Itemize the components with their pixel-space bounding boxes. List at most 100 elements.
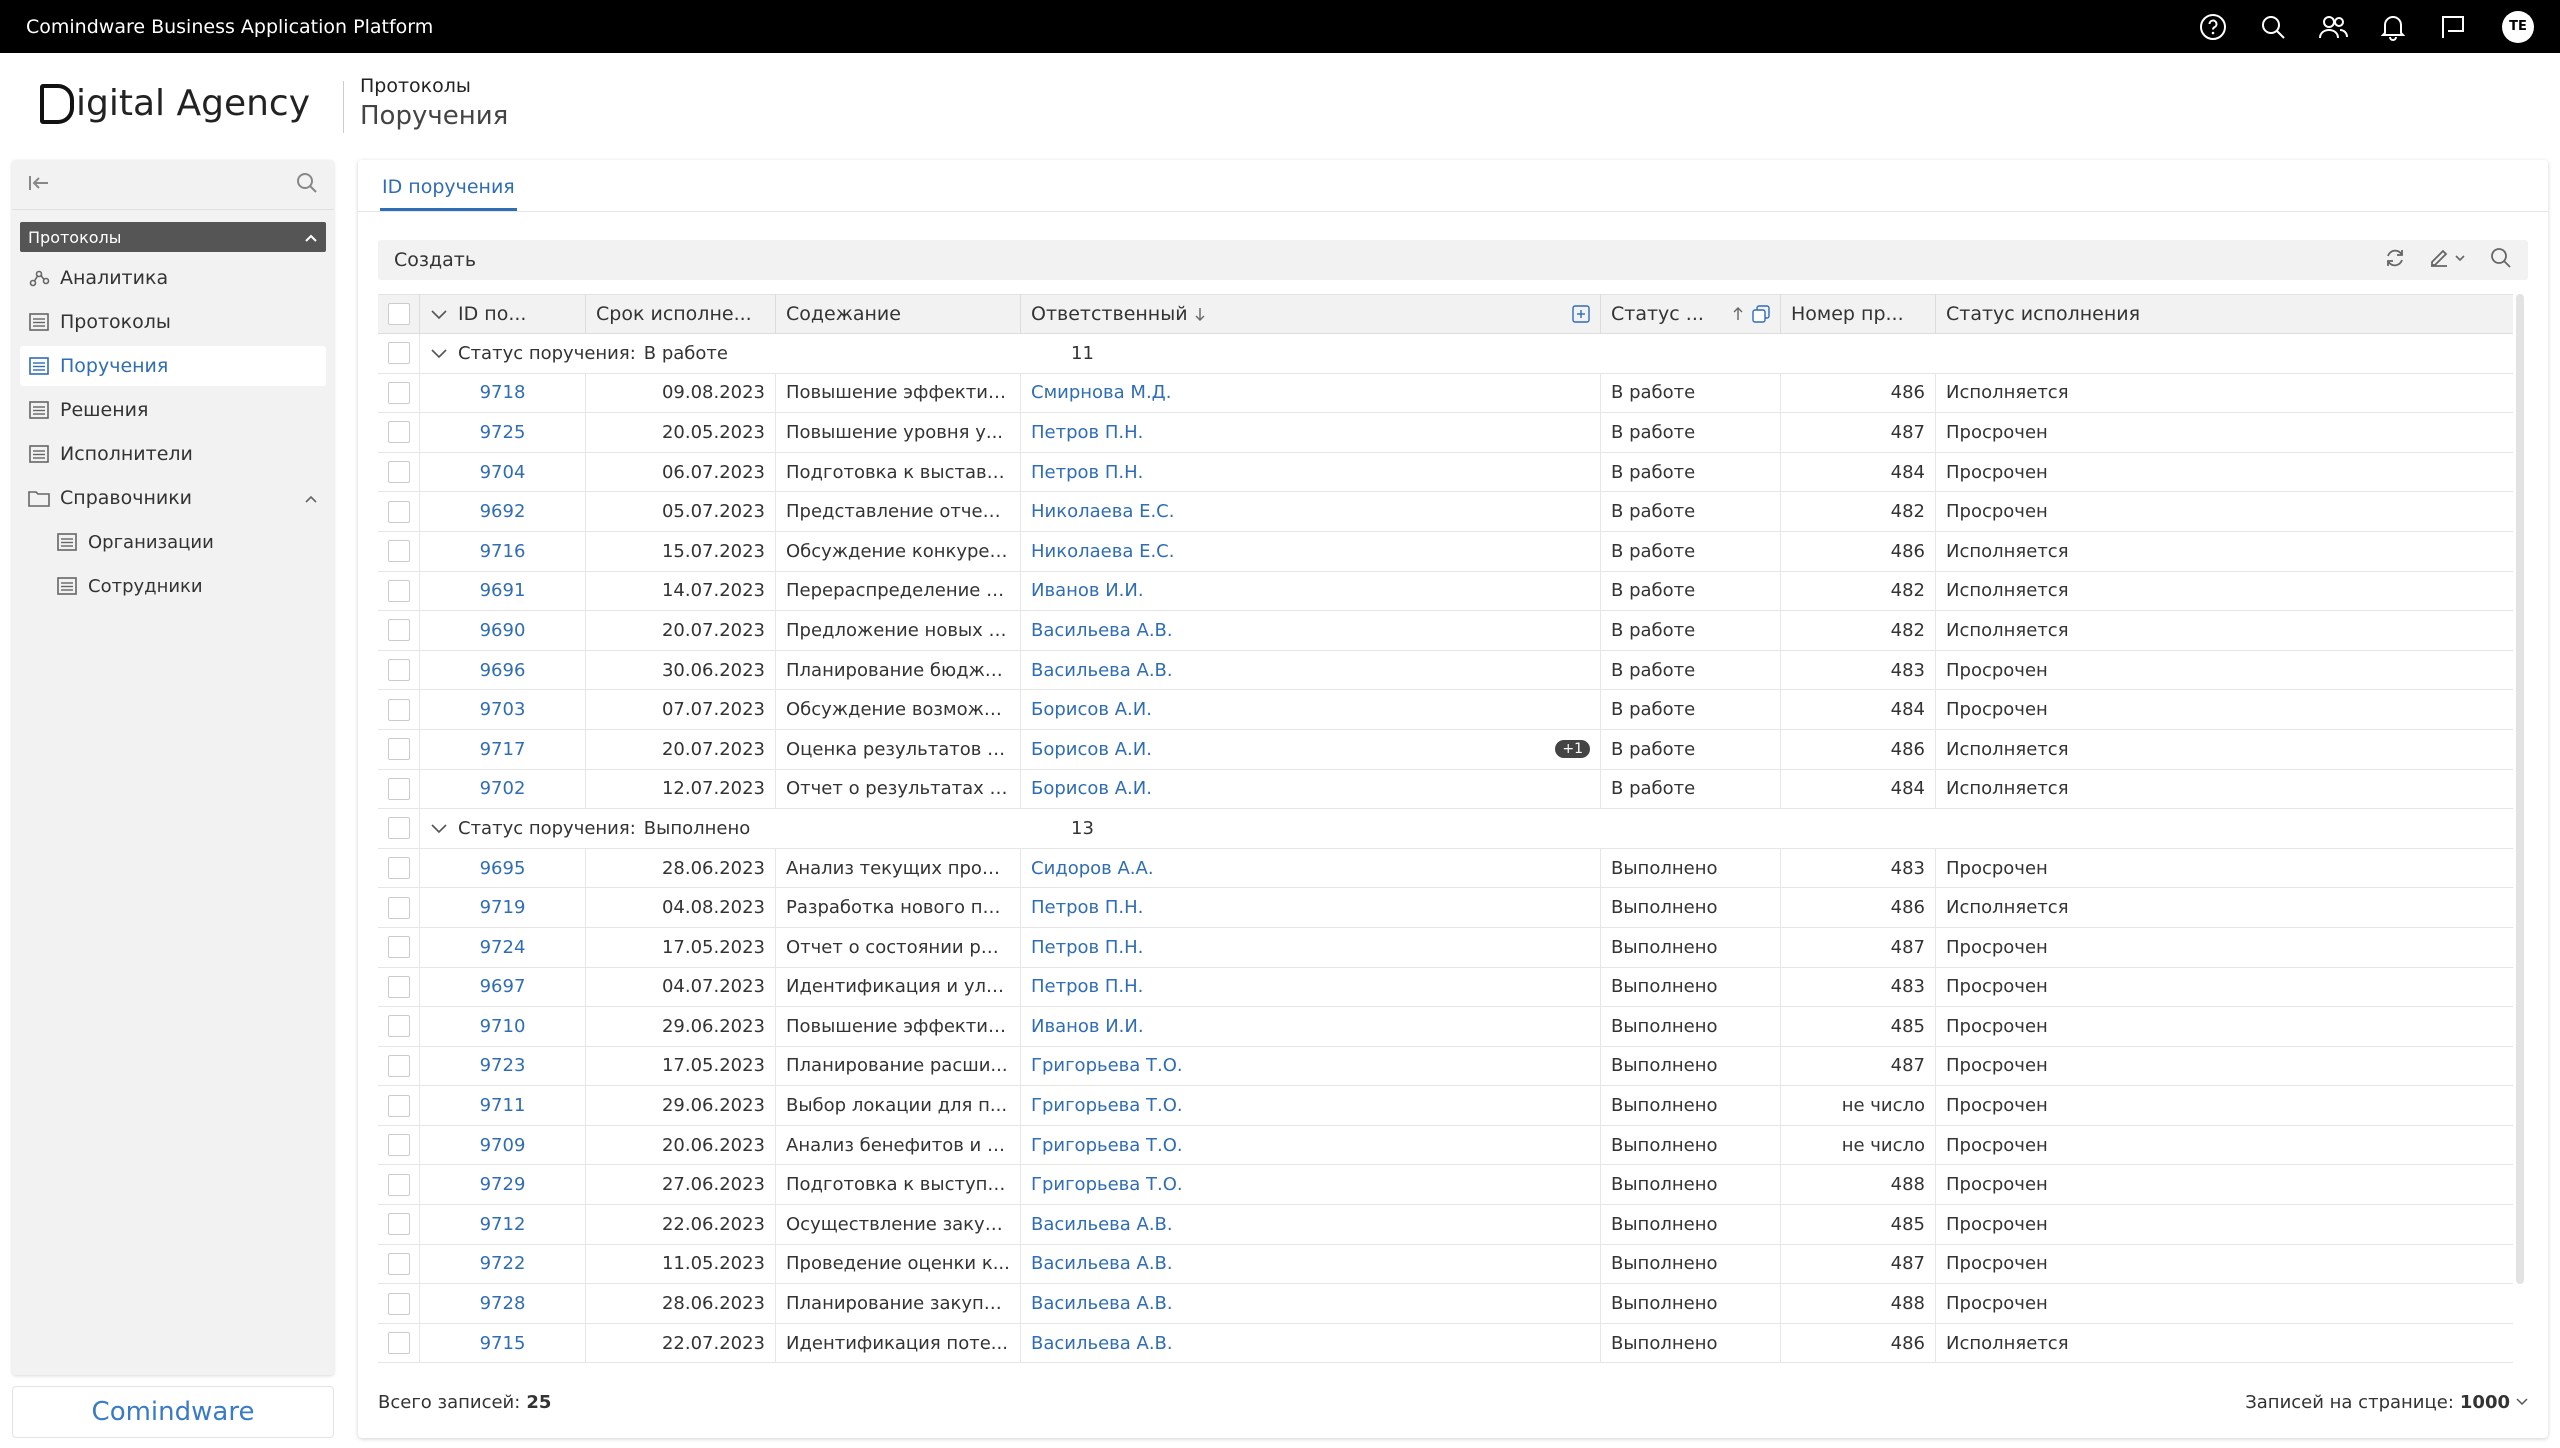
row-checkbox[interactable] — [387, 698, 410, 721]
assignment-id-link[interactable]: 9691 — [420, 571, 586, 611]
tab-assignment-id[interactable]: ID поручения — [380, 176, 517, 211]
help-icon[interactable] — [2196, 10, 2230, 44]
responsible-link[interactable]: Васильева А.В. — [1031, 1293, 1173, 1314]
row-checkbox[interactable] — [387, 777, 410, 800]
responsible-link[interactable]: Николаева Е.С. — [1031, 541, 1174, 562]
row-checkbox[interactable] — [387, 1015, 410, 1038]
row-checkbox[interactable] — [387, 500, 410, 523]
row-checkbox[interactable] — [387, 1173, 410, 1196]
create-button[interactable]: Создать — [394, 249, 476, 271]
bell-icon[interactable] — [2376, 10, 2410, 44]
table-row[interactable]: 9712 22.06.2023 Осуществление закуп... Васи… — [378, 1205, 2513, 1245]
table-row[interactable]: 9692 05.07.2023 Представление отчет... Нико… — [378, 492, 2513, 532]
assignment-id-link[interactable]: 9712 — [420, 1205, 586, 1244]
assignment-id-link[interactable]: 9718 — [420, 373, 586, 413]
row-checkbox[interactable] — [387, 1134, 410, 1157]
table-row[interactable]: 9728 28.06.2023 Планирование закупо... Васи… — [378, 1284, 2513, 1324]
assignment-id-link[interactable]: 9723 — [420, 1046, 586, 1086]
row-checkbox[interactable] — [387, 342, 410, 365]
column-header-responsible[interactable]: Ответственный — [1021, 295, 1601, 333]
flag-icon[interactable] — [2436, 10, 2470, 44]
assignment-id-link[interactable]: 9703 — [420, 690, 586, 729]
responsible-link[interactable]: Петров П.Н. — [1031, 937, 1143, 958]
sidebar-item-assignments[interactable]: Поручения — [20, 346, 326, 386]
breadcrumb-parent[interactable]: Протоколы — [360, 75, 508, 97]
responsible-link[interactable]: Васильева А.В. — [1031, 1214, 1173, 1235]
table-row[interactable]: 9704 06.07.2023 Подготовка к выставк... Пет… — [378, 452, 2513, 493]
table-row[interactable]: 9718 09.08.2023 Повышение эффектив... Смирн… — [378, 373, 2513, 414]
responsible-link[interactable]: Николаева Е.С. — [1031, 501, 1174, 522]
table-row[interactable]: 9719 04.08.2023 Разработка нового пр... Пет… — [378, 888, 2513, 928]
table-row[interactable]: 9691 14.07.2023 Перераспределение р... Иван… — [378, 571, 2513, 612]
table-row[interactable]: 9715 22.07.2023 Идентификация поте... Васил… — [378, 1323, 2513, 1364]
sidebar-item-decisions[interactable]: Решения — [20, 390, 326, 430]
sidebar-item-protocols[interactable]: Протоколы — [20, 302, 326, 342]
add-column-icon[interactable] — [1572, 305, 1590, 323]
column-header-status[interactable]: Статус ... — [1601, 295, 1781, 333]
responsible-link[interactable]: Григорьева Т.О. — [1031, 1055, 1183, 1076]
sidebar-item-references[interactable]: Справочники — [20, 478, 326, 518]
edit-dropdown-icon[interactable] — [2428, 247, 2468, 273]
responsible-link[interactable]: Иванов И.И. — [1031, 580, 1144, 601]
table-row[interactable]: 9723 17.05.2023 Планирование расши... Григо… — [378, 1046, 2513, 1087]
row-checkbox[interactable] — [387, 579, 410, 602]
sidebar-item-employees[interactable]: Сотрудники — [20, 566, 326, 606]
column-header-content[interactable]: Содежание — [776, 295, 1021, 333]
responsible-link[interactable]: Петров П.Н. — [1031, 976, 1143, 997]
row-checkbox[interactable] — [387, 1213, 410, 1236]
table-row[interactable]: 9729 27.06.2023 Подготовка к выступл... Гри… — [378, 1165, 2513, 1206]
search-icon[interactable] — [2256, 10, 2290, 44]
sidebar-item-executors[interactable]: Исполнители — [20, 434, 326, 474]
row-checkbox[interactable] — [387, 1292, 410, 1315]
responsible-link[interactable]: Смирнова М.Д. — [1031, 382, 1171, 403]
row-checkbox[interactable] — [387, 540, 410, 563]
assignment-id-link[interactable]: 9719 — [420, 888, 586, 927]
responsible-link[interactable]: Петров П.Н. — [1031, 422, 1143, 443]
assignment-id-link[interactable]: 9729 — [420, 1165, 586, 1205]
row-checkbox[interactable] — [387, 381, 410, 404]
table-row[interactable]: 9690 20.07.2023 Предложение новых с... Васи… — [378, 611, 2513, 651]
assignment-id-link[interactable]: 9722 — [420, 1244, 586, 1284]
assignment-id-link[interactable]: 9724 — [420, 927, 586, 967]
group-icon[interactable] — [1752, 305, 1770, 323]
row-checkbox[interactable] — [387, 936, 410, 959]
table-row[interactable]: 9724 17.05.2023 Отчет о состоянии ры... Пет… — [378, 927, 2513, 968]
avatar[interactable]: TE — [2502, 10, 2534, 43]
row-checkbox[interactable] — [387, 896, 410, 919]
brand-logo[interactable]: igital Agency — [40, 83, 310, 124]
table-row[interactable]: 9711 29.06.2023 Выбор локации для п... Григ… — [378, 1086, 2513, 1126]
assignment-id-link[interactable]: 9702 — [420, 769, 586, 809]
responsible-link[interactable]: Григорьева Т.О. — [1031, 1174, 1183, 1195]
table-row[interactable]: 9722 11.05.2023 Проведение оценки к... Васи… — [378, 1244, 2513, 1285]
refresh-icon[interactable] — [2384, 247, 2406, 273]
chevron-down-icon[interactable] — [430, 822, 448, 834]
column-header-id[interactable]: ID по... — [420, 295, 586, 333]
assignment-id-link[interactable]: 9697 — [420, 967, 586, 1007]
table-row[interactable]: 9703 07.07.2023 Обсуждение возможн... Борис… — [378, 690, 2513, 730]
sidebar-search-icon[interactable] — [296, 172, 318, 198]
responsible-link[interactable]: Григорьева Т.О. — [1031, 1095, 1183, 1116]
responsible-link[interactable]: Петров П.Н. — [1031, 462, 1143, 483]
assignment-id-link[interactable]: 9710 — [420, 1007, 586, 1046]
assignment-id-link[interactable]: 9716 — [420, 531, 586, 571]
table-row[interactable]: 9697 04.07.2023 Идентификация и улу... Петр… — [378, 967, 2513, 1008]
responsible-link[interactable]: Борисов А.И. — [1031, 778, 1152, 799]
row-checkbox[interactable] — [387, 619, 410, 642]
assignment-id-link[interactable]: 9692 — [420, 492, 586, 531]
assignment-id-link[interactable]: 9711 — [420, 1086, 586, 1125]
assignment-id-link[interactable]: 9715 — [420, 1323, 586, 1363]
responsible-link[interactable]: Борисов А.И. — [1031, 699, 1152, 720]
page-size-selector[interactable]: Записей на странице: 1000 — [2245, 1392, 2528, 1413]
group-title[interactable]: Статус поручения: Выполнено — [420, 809, 1059, 848]
row-checkbox[interactable] — [387, 461, 410, 484]
vertical-scrollbar[interactable] — [2516, 294, 2524, 1284]
chevron-up-icon[interactable] — [304, 487, 318, 509]
responsible-link[interactable]: Васильева А.В. — [1031, 1333, 1173, 1354]
assignment-id-link[interactable]: 9690 — [420, 611, 586, 650]
grid-search-icon[interactable] — [2490, 247, 2512, 273]
responsible-link[interactable]: Васильева А.В. — [1031, 1253, 1173, 1274]
assignment-id-link[interactable]: 9695 — [420, 848, 586, 888]
responsible-link[interactable]: Сидоров А.А. — [1031, 858, 1154, 879]
group-title[interactable]: Статус поручения: В работе — [420, 334, 1059, 373]
table-row[interactable]: 9702 12.07.2023 Отчет о результатах п... Бо… — [378, 769, 2513, 810]
